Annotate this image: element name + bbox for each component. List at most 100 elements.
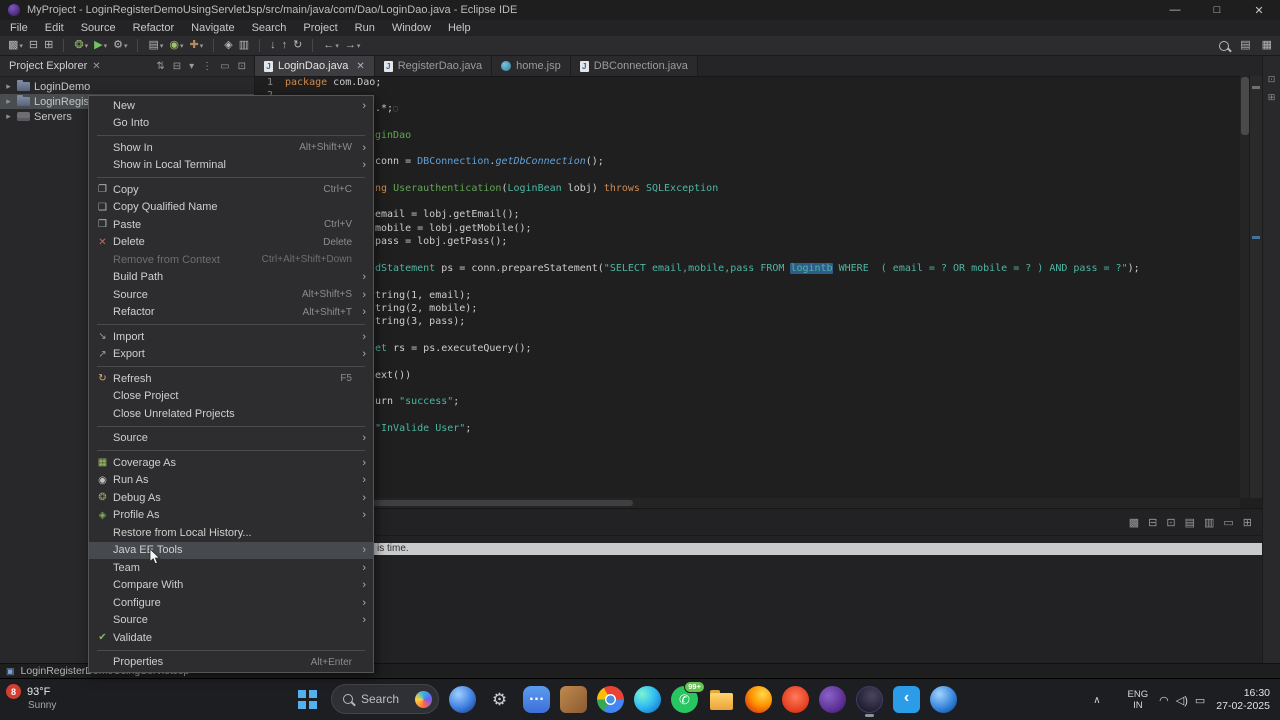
perspective-java-ee-icon[interactable]: ▤ bbox=[1240, 40, 1250, 51]
back-icon[interactable]: ← ▾ bbox=[323, 40, 339, 51]
quick-access-search-icon[interactable] bbox=[1219, 40, 1230, 51]
tree-item-logindemo[interactable]: ▸ LoginDemo bbox=[0, 79, 254, 94]
context-menu-item-new[interactable]: New › bbox=[89, 97, 373, 115]
maximize-view-icon[interactable]: ⊡ bbox=[238, 61, 246, 72]
debug-icon[interactable]: ❂ ▾ bbox=[74, 40, 88, 51]
close-tab-icon[interactable]: ✕ bbox=[356, 61, 364, 72]
context-menu-item-team[interactable]: Team › bbox=[89, 559, 373, 577]
minimize-panel-icon[interactable]: ▭ bbox=[1223, 516, 1233, 529]
taskbar-clock[interactable]: 16:30 27-02-2025 bbox=[1216, 687, 1270, 713]
filter-icon[interactable]: ▾ bbox=[189, 61, 194, 72]
menu-project[interactable]: Project bbox=[303, 22, 337, 34]
java-search-icon[interactable]: ▥ bbox=[239, 40, 249, 51]
context-menu-item-coverage-as[interactable]: ▦ Coverage As › bbox=[89, 454, 373, 472]
taskbar-search[interactable]: Search bbox=[331, 684, 439, 714]
pin-console-icon[interactable]: ⊡ bbox=[1166, 516, 1175, 529]
collapse-all-icon[interactable]: ⊟ bbox=[173, 61, 181, 72]
context-menu-item-close-unrelated-projects[interactable]: Close Unrelated Projects bbox=[89, 405, 373, 423]
new-java-project-icon[interactable]: ▤ ▾ bbox=[148, 40, 163, 51]
context-menu-item-validate[interactable]: ✔ Validate bbox=[89, 629, 373, 647]
project-explorer-view-tab[interactable]: Project Explorer ✕ bbox=[4, 56, 106, 76]
menu-source[interactable]: Source bbox=[81, 22, 116, 34]
perspective-java-icon[interactable]: ▦ bbox=[1262, 40, 1272, 51]
prev-annotation-icon[interactable]: ↑ bbox=[282, 40, 288, 51]
close-button[interactable]: ✕ bbox=[1238, 0, 1280, 20]
new-wizard-icon[interactable]: ▩ ▾ bbox=[8, 40, 23, 51]
next-annotation-icon[interactable]: ↓ bbox=[270, 40, 276, 51]
context-menu-item-build-path[interactable]: Build Path › bbox=[89, 269, 373, 287]
editor-tab-home-jsp[interactable]: home.jsp bbox=[492, 56, 571, 76]
context-menu-item-paste[interactable]: ❒ Paste Ctrl+V bbox=[89, 216, 373, 234]
taskbar-app-eclipse-installer[interactable] bbox=[819, 685, 846, 713]
vertical-scrollbar-thumb[interactable] bbox=[1241, 77, 1249, 135]
save-icon[interactable]: ⊟ bbox=[29, 40, 38, 51]
menu-refactor[interactable]: Refactor bbox=[133, 22, 175, 34]
context-menu-item-copy-qualified-name[interactable]: ❑ Copy Qualified Name bbox=[89, 199, 373, 217]
open-type-icon[interactable]: ◈ bbox=[224, 40, 232, 51]
maximize-panel-icon[interactable]: ⊞ bbox=[1243, 516, 1252, 529]
context-menu-item-compare-with[interactable]: Compare With › bbox=[89, 577, 373, 595]
horizontal-scrollbar-track[interactable] bbox=[255, 498, 1240, 508]
editor-tab-logindao-java[interactable]: J LoginDao.java ✕ bbox=[255, 56, 375, 76]
focus-icon[interactable]: ⇅ bbox=[156, 61, 164, 72]
menu-navigate[interactable]: Navigate bbox=[191, 22, 234, 34]
taskbar-app-browser[interactable] bbox=[782, 685, 809, 713]
language-indicator[interactable]: ENG IN bbox=[1128, 689, 1149, 711]
context-menu-item-configure[interactable]: Configure › bbox=[89, 594, 373, 612]
scroll-lock-icon[interactable]: ⊟ bbox=[1148, 516, 1157, 529]
context-menu-item-debug-as[interactable]: ❂ Debug As › bbox=[89, 489, 373, 507]
taskbar-weather-widget[interactable]: 8 93°F Sunny bbox=[6, 684, 56, 713]
context-menu-item-close-project[interactable]: Close Project bbox=[89, 388, 373, 406]
context-menu-item-delete[interactable]: ✕ Delete Delete bbox=[89, 234, 373, 252]
display-selected-console-icon[interactable]: ▤ bbox=[1185, 516, 1195, 529]
taskbar-app-edge[interactable] bbox=[634, 685, 661, 713]
context-menu-item-properties[interactable]: Properties Alt+Enter bbox=[89, 654, 373, 672]
horizontal-scrollbar-thumb[interactable] bbox=[373, 500, 633, 506]
context-menu-item-import[interactable]: ↘ Import › bbox=[89, 328, 373, 346]
new-package-icon[interactable]: ✚ ▾ bbox=[190, 40, 204, 51]
battery-icon[interactable]: ▭ bbox=[1195, 694, 1205, 707]
minimize-button[interactable]: — bbox=[1154, 0, 1196, 20]
menu-window[interactable]: Window bbox=[392, 22, 431, 34]
code-editor[interactable]: 1 package com.Dao;2.*;▢ ginDao conn = DBCon… bbox=[255, 76, 1240, 498]
taskbar-app-dev-app[interactable] bbox=[930, 685, 957, 713]
context-menu-item-refresh[interactable]: ↻ Refresh F5 bbox=[89, 370, 373, 388]
menu-edit[interactable]: Edit bbox=[45, 22, 64, 34]
taskbar-app-whatsapp[interactable]: ✆ 99+ bbox=[671, 680, 705, 713]
context-menu-item-go-into[interactable]: Go Into bbox=[89, 115, 373, 133]
context-menu-item-source[interactable]: Source Alt+Shift+S › bbox=[89, 286, 373, 304]
context-menu-item-export[interactable]: ↗ Export › bbox=[89, 346, 373, 364]
taskbar-app-firefox[interactable] bbox=[745, 685, 772, 713]
expand-arrow-icon[interactable]: ▸ bbox=[4, 81, 13, 92]
context-menu-item-profile-as[interactable]: ◈ Profile As › bbox=[89, 507, 373, 525]
menu-help[interactable]: Help bbox=[448, 22, 471, 34]
menu-run[interactable]: Run bbox=[355, 22, 375, 34]
context-menu-item-copy[interactable]: ❐ Copy Ctrl+C bbox=[89, 181, 373, 199]
context-menu-item-java-ee-tools[interactable]: Java EE Tools › bbox=[89, 541, 373, 559]
context-menu-item-restore-from-local-history[interactable]: Restore from Local History... bbox=[89, 524, 373, 542]
last-edit-location-icon[interactable]: ↻ bbox=[293, 40, 302, 51]
taskbar-app-photos[interactable] bbox=[560, 685, 587, 713]
taskbar-app-copilot[interactable] bbox=[449, 685, 476, 713]
wifi-icon[interactable]: ◠ bbox=[1159, 694, 1169, 707]
tray-overflow-chevron-icon[interactable]: ∧ bbox=[1093, 695, 1100, 706]
taskbar-app-eclipse-ide[interactable] bbox=[856, 685, 883, 717]
taskbar-app-file-explorer[interactable] bbox=[708, 686, 735, 713]
start-button[interactable] bbox=[293, 685, 321, 713]
context-menu-item-run-as[interactable]: ◉ Run As › bbox=[89, 472, 373, 490]
expand-arrow-icon[interactable]: ▸ bbox=[4, 96, 13, 107]
context-menu-item-source[interactable]: Source › bbox=[89, 430, 373, 448]
volume-icon[interactable]: ◁) bbox=[1176, 694, 1188, 707]
open-console-icon[interactable]: ▥ bbox=[1204, 516, 1214, 529]
taskbar-app-settings[interactable]: ⚙ bbox=[486, 686, 513, 713]
restore-view-icon[interactable]: ⊡ bbox=[1268, 74, 1276, 85]
expand-arrow-icon[interactable]: ▸ bbox=[4, 111, 13, 122]
taskbar-app-vscode[interactable]: ‹ bbox=[893, 685, 920, 713]
clear-console-icon[interactable]: ▩ bbox=[1129, 516, 1139, 529]
outline-view-icon[interactable]: ⊞ bbox=[1268, 92, 1276, 103]
editor-tab-dbconnection-java[interactable]: J DBConnection.java bbox=[570, 56, 698, 76]
editor-tab-registerdao-java[interactable]: J RegisterDao.java bbox=[374, 56, 493, 76]
menu-file[interactable]: File bbox=[10, 22, 28, 34]
view-menu-icon[interactable]: ⋮ bbox=[202, 61, 212, 72]
external-tools-icon[interactable]: ⚙ ▾ bbox=[113, 40, 127, 51]
